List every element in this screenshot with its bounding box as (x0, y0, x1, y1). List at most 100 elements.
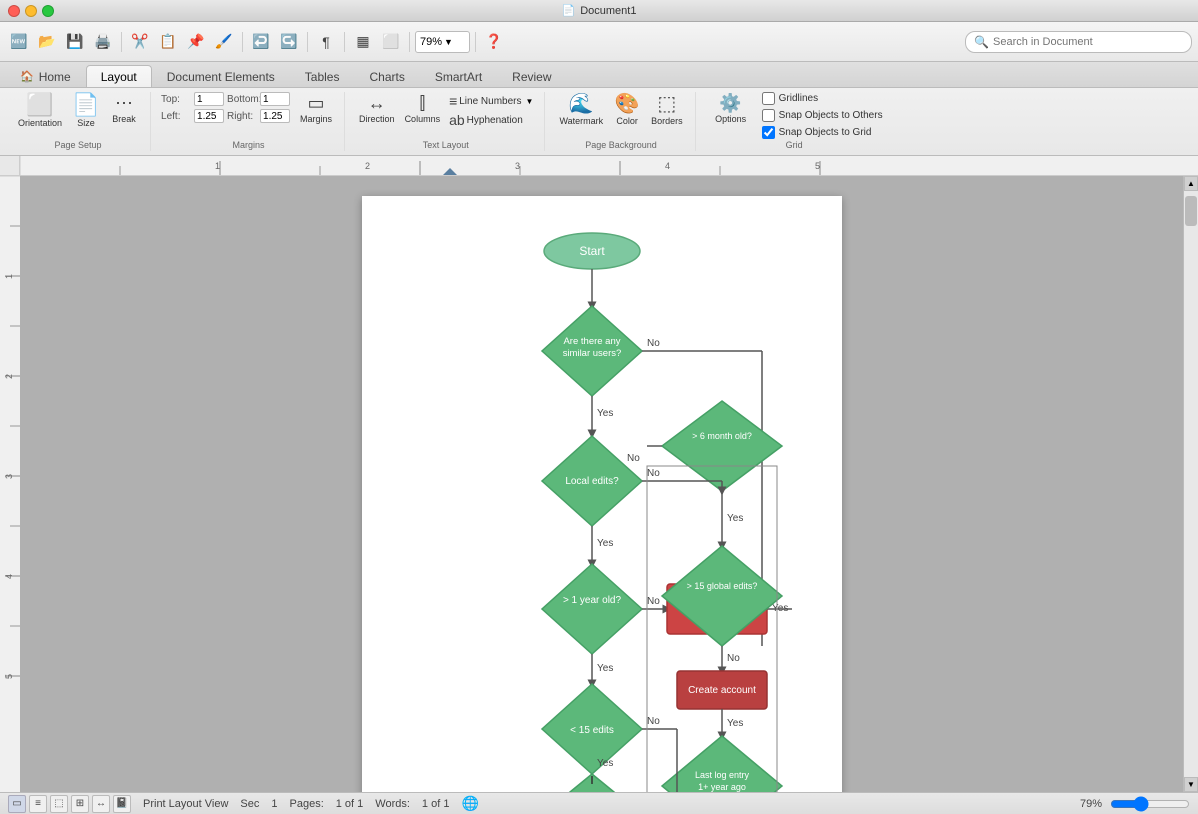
size-button[interactable]: 📄 Size (68, 92, 104, 130)
direction-button[interactable]: ↔ Direction (355, 92, 399, 126)
cut-button[interactable]: ✂️ (127, 29, 153, 55)
tab-tables[interactable]: Tables (290, 65, 355, 87)
gridlines-checkbox[interactable] (762, 92, 775, 105)
tab-review[interactable]: Review (497, 65, 566, 87)
bottom-input[interactable] (260, 92, 290, 106)
left-input[interactable] (194, 109, 224, 123)
columns-button[interactable]: ⫿ Columns (401, 92, 445, 126)
view-label: Print Layout View (143, 798, 228, 810)
new-button[interactable]: 🆕 (6, 29, 32, 55)
maximize-button[interactable] (42, 5, 54, 17)
gridlines-check[interactable]: Gridlines (762, 92, 883, 105)
borders-button[interactable]: ⬚ Borders (647, 92, 687, 128)
break-button[interactable]: ⋯ Break (106, 92, 142, 126)
svg-text:No: No (727, 653, 740, 664)
paste-button[interactable]: 📌 (183, 29, 209, 55)
web-icon[interactable]: ⊞ (71, 795, 89, 813)
zoom-dropdown-icon[interactable]: ▼ (444, 37, 453, 47)
color-button[interactable]: 🎨 Color (609, 92, 645, 128)
save-button[interactable]: 💾 (62, 29, 88, 55)
svg-text:2: 2 (365, 161, 370, 171)
snap-grid-check[interactable]: Snap Objects to Grid (762, 126, 883, 139)
svg-text:1: 1 (215, 161, 220, 171)
scroll-track[interactable] (1184, 191, 1198, 777)
svg-text:1: 1 (4, 274, 14, 279)
margins-group-label: Margins (153, 140, 344, 151)
right-label: Right: (227, 111, 257, 122)
zoom-slider[interactable] (1110, 796, 1190, 812)
right-input[interactable] (260, 109, 290, 123)
tab-home[interactable]: 🏠 Home (5, 65, 86, 87)
separator-3 (307, 32, 308, 52)
scroll-down-button[interactable]: ▼ (1184, 777, 1198, 792)
orientation-button[interactable]: ⬜ Orientation (14, 92, 66, 130)
snap-grid-checkbox[interactable] (762, 126, 775, 139)
top-input[interactable] (194, 92, 224, 106)
section-label: Sec (240, 798, 259, 810)
tab-smartart[interactable]: SmartArt (420, 65, 497, 87)
notebook-icon[interactable]: 📓 (113, 795, 131, 813)
separator-2 (242, 32, 243, 52)
paragraph-marks[interactable]: ¶ (313, 29, 339, 55)
direction-label: Direction (359, 114, 395, 124)
print-button[interactable]: 🖨️ (90, 29, 116, 55)
orientation-icon: ⬜ (26, 94, 53, 116)
minimize-button[interactable] (25, 5, 37, 17)
help-button[interactable]: ❓ (481, 29, 507, 55)
snap-others-checkbox[interactable] (762, 109, 775, 122)
format-painter[interactable]: 🖌️ (211, 29, 237, 55)
draft-icon[interactable]: ⬚ (50, 795, 68, 813)
redo-button[interactable]: ↪️ (276, 29, 302, 55)
document-area[interactable]: Start Are there any similar users? No Ye… (20, 176, 1183, 792)
snap-others-check[interactable]: Snap Objects to Others (762, 109, 883, 122)
gridlines-label: Gridlines (779, 93, 818, 104)
margins-button[interactable]: ▭ Margins (296, 92, 336, 126)
svg-text:Start: Start (579, 244, 605, 258)
zoom-pct-label: 79% (1080, 798, 1102, 810)
tab-tables-label: Tables (305, 70, 340, 84)
svg-text:Yes: Yes (597, 408, 613, 419)
scroll-thumb[interactable] (1185, 196, 1197, 226)
tab-bar: 🏠 Home Layout Document Elements Tables C… (0, 62, 1198, 88)
undo-button[interactable]: ↩️ (248, 29, 274, 55)
svg-text:Yes: Yes (727, 513, 743, 524)
tab-charts[interactable]: Charts (354, 65, 419, 87)
margins-inputs: Top: Bottom: Left: Right: (161, 92, 290, 135)
separator-6 (475, 32, 476, 52)
open-button[interactable]: 📂 (34, 29, 60, 55)
search-bar[interactable]: 🔍 (965, 31, 1192, 53)
watermark-button[interactable]: 🌊 Watermark (555, 92, 607, 128)
search-input[interactable] (993, 36, 1183, 48)
scroll-up-button[interactable]: ▲ (1184, 176, 1198, 191)
tab-layout[interactable]: Layout (86, 65, 152, 87)
svg-text:5: 5 (815, 161, 820, 171)
window-controls[interactable] (8, 5, 54, 17)
section-num: 1 (271, 798, 277, 810)
svg-text:Create account: Create account (688, 685, 756, 696)
tab-home-label: Home (39, 70, 71, 84)
tab-document-elements[interactable]: Document Elements (152, 65, 290, 87)
columns-icon: ⫿ (419, 94, 425, 112)
print-layout-icon[interactable]: ▭ (8, 795, 26, 813)
focus-icon[interactable]: ↔ (92, 795, 110, 813)
right-scrollbar[interactable]: ▲ ▼ (1183, 176, 1198, 792)
zoom-box[interactable]: 79% ▼ (415, 31, 470, 53)
svg-text:similar users?: similar users? (562, 348, 621, 359)
line-numbers-button[interactable]: ≡ Line Numbers ▼ (446, 92, 536, 110)
copy-button[interactable]: 📋 (155, 29, 181, 55)
ribbon: ⬜ Orientation 📄 Size ⋯ Break Page Setup … (0, 88, 1198, 156)
line-numbers-arrow[interactable]: ▼ (526, 97, 534, 106)
outline-icon[interactable]: ≡ (29, 795, 47, 813)
ruler-svg: 1 2 3 4 5 (20, 156, 1198, 175)
text-layout-label: Text Layout (347, 140, 544, 151)
svg-text:4: 4 (4, 574, 14, 579)
sidebar-toggle[interactable]: ⬜ (378, 29, 404, 55)
size-icon: 📄 (72, 94, 99, 116)
svg-text:No: No (647, 716, 660, 727)
close-button[interactable] (8, 5, 20, 17)
page-setup-label: Page Setup (6, 140, 150, 151)
break-icon: ⋯ (115, 94, 133, 112)
view-toggle[interactable]: ▦ (350, 29, 376, 55)
toolbar: 🆕 📂 💾 🖨️ ✂️ 📋 📌 🖌️ ↩️ ↪️ ¶ ▦ ⬜ 79% ▼ ❓ 🔍 (0, 22, 1198, 62)
hyphenation-button[interactable]: ab Hyphenation (446, 111, 536, 129)
